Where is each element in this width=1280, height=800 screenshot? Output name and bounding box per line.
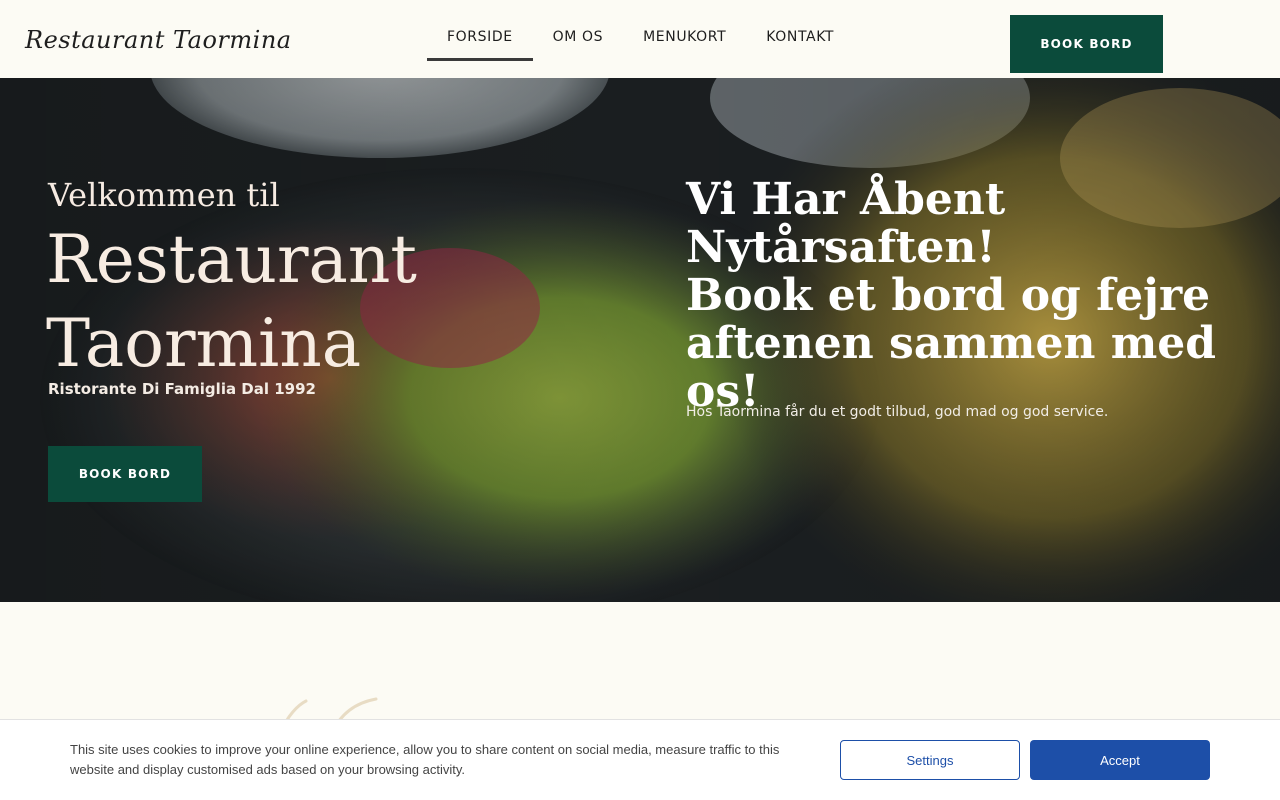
announcement-line1: Vi Har Åbent bbox=[686, 174, 1006, 225]
site-logo[interactable]: Restaurant Taormina bbox=[25, 26, 292, 54]
nav-item-kontakt[interactable]: KONTAKT bbox=[746, 0, 854, 61]
site-header: Restaurant Taormina FORSIDE OM OS MENUKO… bbox=[0, 0, 1280, 78]
announcement-line3: Book et bord og fejre bbox=[686, 270, 1211, 321]
hero-book-button[interactable]: BOOK BORD bbox=[48, 446, 202, 502]
cookie-settings-button[interactable]: Settings bbox=[840, 740, 1020, 780]
hero-tagline: Ristorante Di Famiglia Dal 1992 bbox=[48, 380, 316, 398]
nav-item-om-os[interactable]: OM OS bbox=[533, 0, 623, 61]
header-book-button[interactable]: BOOK BORD bbox=[1010, 15, 1163, 73]
hero-welcome: Velkommen til bbox=[48, 176, 280, 214]
hero-title-line2: Taormina bbox=[46, 305, 362, 382]
cookie-text: This site uses cookies to improve your o… bbox=[70, 742, 780, 777]
nav-item-menukort[interactable]: MENUKORT bbox=[623, 0, 746, 61]
main-nav: FORSIDE OM OS MENUKORT KONTAKT bbox=[427, 0, 854, 78]
cookie-accept-button[interactable]: Accept bbox=[1030, 740, 1210, 780]
announcement-line2: Nytårsaften! bbox=[686, 222, 996, 273]
hero-announcement: Vi Har Åbent Nytårsaften! Book et bord o… bbox=[686, 176, 1276, 416]
hero-title-line1: Restaurant bbox=[46, 221, 417, 298]
hero-subtext: Hos Taormina får du et godt tilbud, god … bbox=[686, 404, 1109, 420]
hero-title: Restaurant Taormina bbox=[46, 218, 566, 386]
cookie-banner: This site uses cookies to improve your o… bbox=[0, 719, 1280, 800]
hero-section: Velkommen til Restaurant Taormina Ristor… bbox=[0, 78, 1280, 602]
nav-item-forside[interactable]: FORSIDE bbox=[427, 0, 533, 61]
announcement-line4: aftenen sammen med os! bbox=[686, 318, 1217, 417]
